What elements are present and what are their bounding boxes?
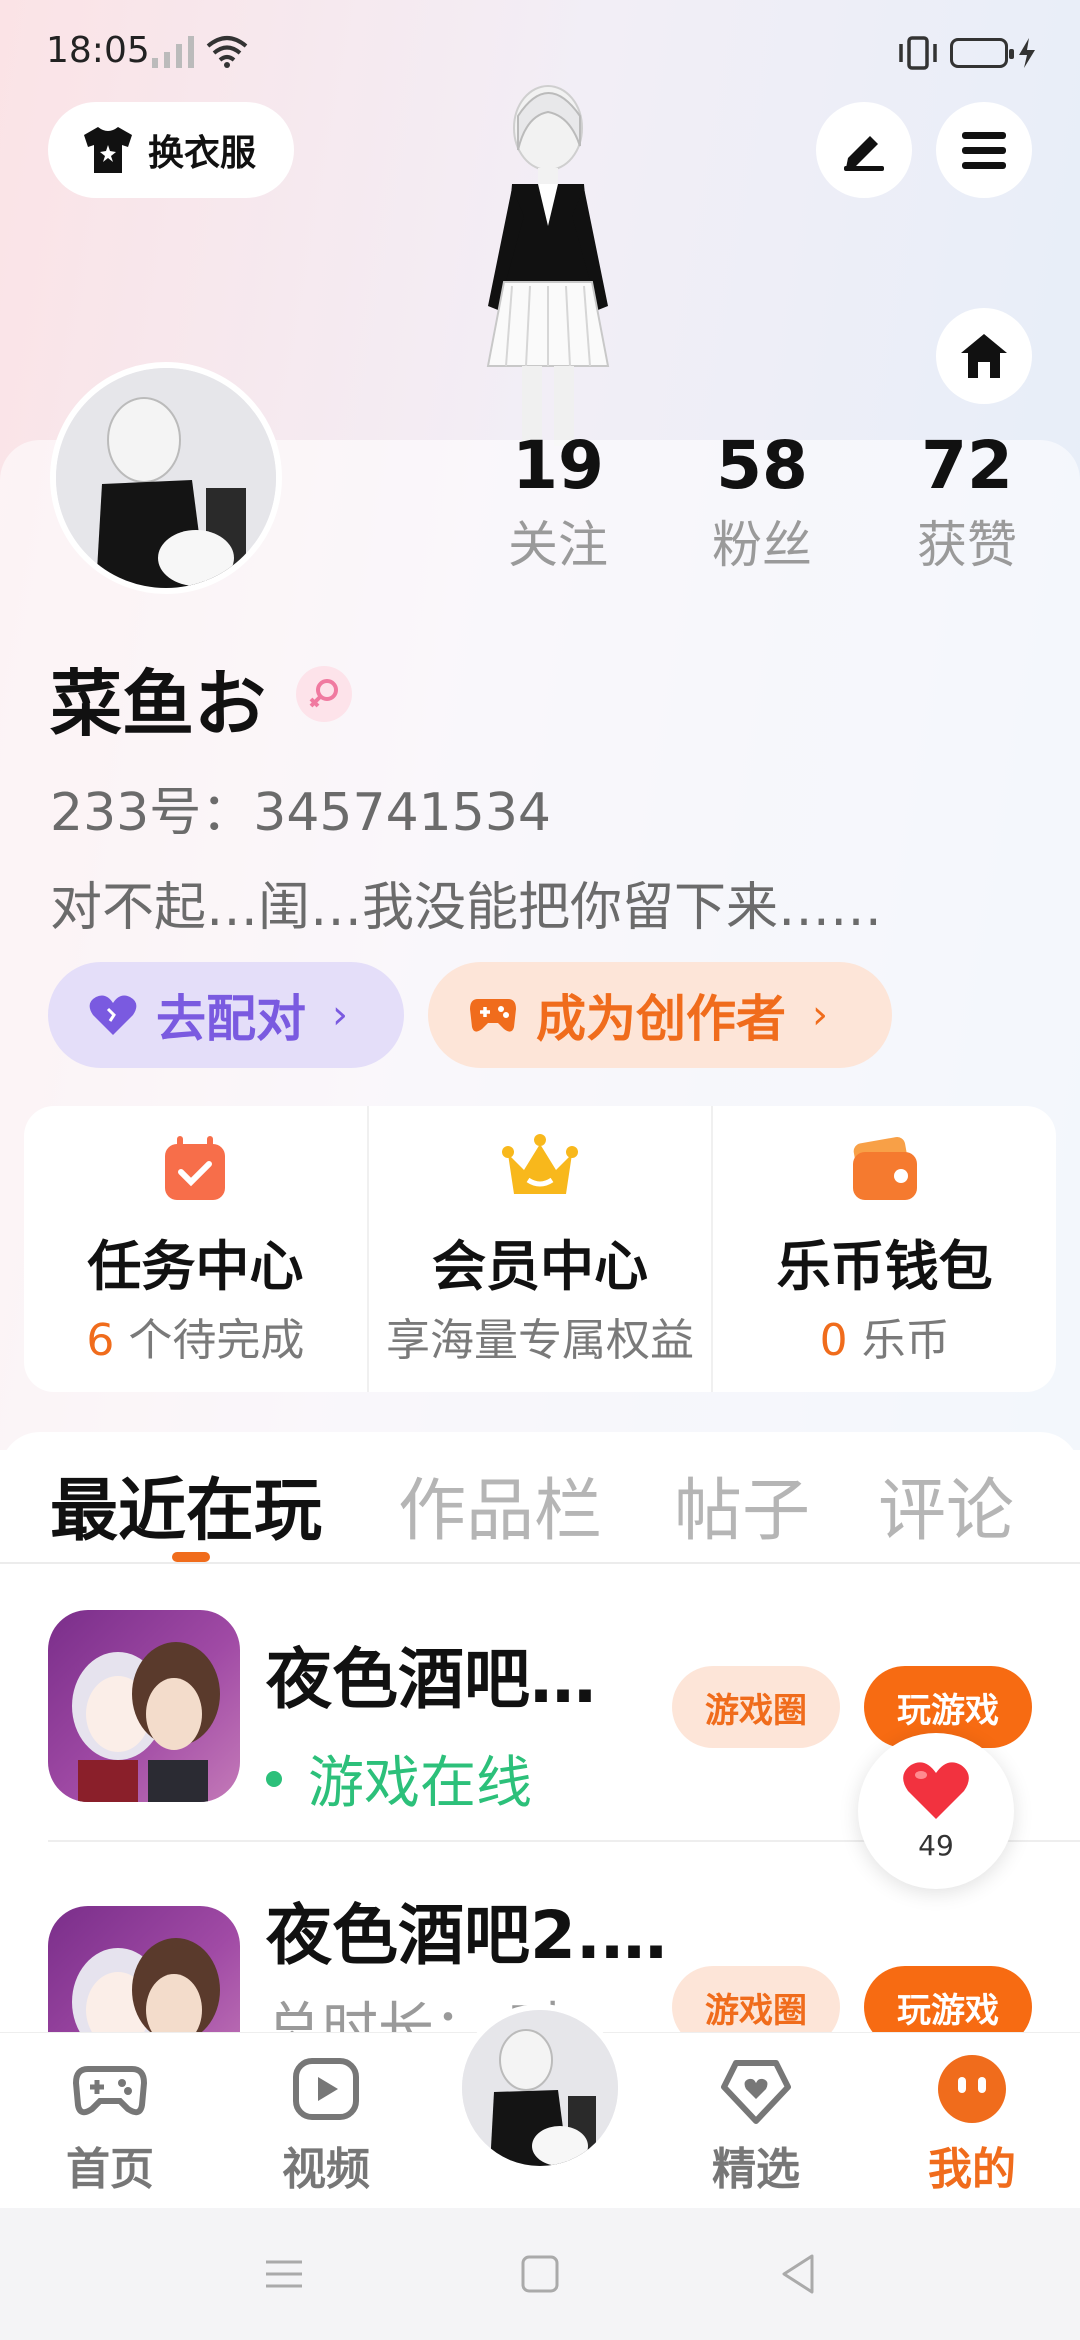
coin-wallet-sub: 0 乐币 [713, 1304, 1056, 1368]
edit-profile-button[interactable] [816, 102, 912, 198]
following-count: 19 [512, 427, 604, 504]
game-icon [48, 1610, 240, 1802]
hamburger-menu-icon [962, 132, 1006, 169]
gender-female-icon [296, 666, 352, 722]
following-label: 关注 [508, 516, 608, 574]
user-id: 233号：345741534 [50, 783, 552, 843]
nav-mine[interactable]: 我的 [902, 2051, 1042, 2197]
pending-task-label: 个待完成 [114, 1315, 305, 1366]
nav-home-label: 首页 [66, 2144, 154, 2195]
charging-icon [1019, 38, 1035, 68]
task-center-sub: 6 个待完成 [24, 1304, 367, 1368]
fans-count: 58 [716, 427, 808, 504]
wallet-icon [852, 1137, 917, 1200]
wifi-icon [206, 36, 248, 68]
likes-label: 获赞 [917, 516, 1017, 574]
nav-avatar-button[interactable] [456, 2004, 624, 2172]
game-online-status: 游戏在线 [266, 1738, 532, 1819]
house-icon [961, 334, 1007, 378]
match-label: 去配对 [156, 990, 306, 1048]
user-bio: 对不起…闺…我没能把你留下来…… [50, 878, 883, 938]
pending-task-count: 6 [86, 1315, 115, 1366]
nav-featured-label: 精选 [712, 2144, 800, 2195]
tab-posts[interactable]: 帖子 [674, 1455, 810, 1554]
gamepad-icon [72, 2066, 148, 2116]
tab-comments[interactable]: 评论 [878, 1455, 1014, 1554]
avatar-figure[interactable] [430, 76, 660, 446]
service-card: 任务中心 6 个待完成 会员中心 享海量专属权益 乐币钱包 0 乐币 [24, 1106, 1056, 1392]
homepage-button[interactable] [936, 308, 1032, 404]
heart-diamond-icon [721, 2060, 791, 2124]
game-circle-button[interactable]: 游戏圈 [672, 1666, 840, 1748]
heart-icon [903, 1762, 969, 1819]
vibrate-icon [899, 36, 937, 70]
shirt-icon [84, 127, 132, 173]
avatar-image [56, 368, 276, 588]
change-outfit-label: 换衣服 [148, 133, 257, 174]
online-dot-icon [266, 1770, 282, 1787]
pencil-icon [844, 136, 884, 171]
calendar-check-icon [165, 1136, 226, 1200]
member-center[interactable]: 会员中心 享海量专属权益 [366, 1106, 712, 1392]
member-center-title: 会员中心 [432, 1235, 648, 1298]
home-square-icon[interactable] [518, 2252, 562, 2296]
avatar-image [462, 2010, 618, 2166]
back-triangle-icon[interactable] [776, 2252, 820, 2296]
coin-wallet[interactable]: 乐币钱包 0 乐币 [711, 1106, 1056, 1392]
nav-home[interactable]: 首页 [40, 2051, 180, 2197]
become-creator-button[interactable]: 成为创作者 › [428, 962, 892, 1068]
coin-wallet-title: 乐币钱包 [776, 1235, 993, 1298]
signal-icon [152, 36, 194, 68]
following-stat[interactable]: 19 关注 [493, 420, 623, 578]
nav-featured[interactable]: 精选 [686, 2051, 826, 2197]
fans-stat[interactable]: 58 粉丝 [697, 420, 827, 578]
nav-video-label: 视频 [282, 2144, 370, 2195]
member-center-sub: 享海量专属权益 [386, 1315, 694, 1366]
game-status-label: 游戏在线 [308, 1751, 532, 1816]
recent-apps-icon[interactable] [262, 2252, 306, 2296]
tabs-divider [0, 1562, 1080, 1564]
match-button[interactable]: 去配对 › [48, 962, 404, 1068]
chevron-right-icon: › [332, 992, 348, 1038]
fans-label: 粉丝 [712, 516, 812, 574]
username: 菜鱼お [50, 662, 267, 746]
status-time: 18:05 [46, 30, 150, 71]
nav-mine-label: 我的 [928, 2144, 1016, 2195]
tab-works[interactable]: 作品栏 [398, 1455, 602, 1554]
coin-balance: 0 [819, 1315, 848, 1366]
likes-stat[interactable]: 72 获赞 [902, 420, 1032, 578]
menu-button[interactable] [936, 102, 1032, 198]
video-icon [293, 2058, 359, 2120]
coin-unit: 乐币 [847, 1315, 950, 1366]
system-nav-bar [0, 2208, 1080, 2340]
heart-icon [89, 995, 137, 1035]
battery-icon [950, 38, 1014, 68]
task-center-title: 任务中心 [87, 1235, 304, 1298]
nav-video[interactable]: 视频 [256, 2051, 396, 2197]
chevron-right-icon: › [812, 992, 828, 1038]
change-outfit-button[interactable]: 换衣服 [48, 102, 294, 198]
avatar[interactable] [50, 362, 282, 594]
become-creator-label: 成为创作者 [536, 990, 786, 1048]
like-count: 49 [918, 1829, 954, 1862]
task-center[interactable]: 任务中心 6 个待完成 [24, 1106, 367, 1392]
crown-icon [502, 1134, 578, 1194]
profile-face-icon [938, 2055, 1006, 2123]
tab-recently-played[interactable]: 最近在玩 [50, 1455, 322, 1554]
like-bubble[interactable]: 49 [858, 1733, 1014, 1889]
game-title: 夜色酒吧… [266, 1641, 596, 1718]
game-title: 夜色酒吧2.… [266, 1897, 667, 1974]
gamepad-icon [470, 999, 516, 1032]
active-tab-indicator [172, 1552, 210, 1562]
likes-count: 72 [921, 427, 1013, 504]
